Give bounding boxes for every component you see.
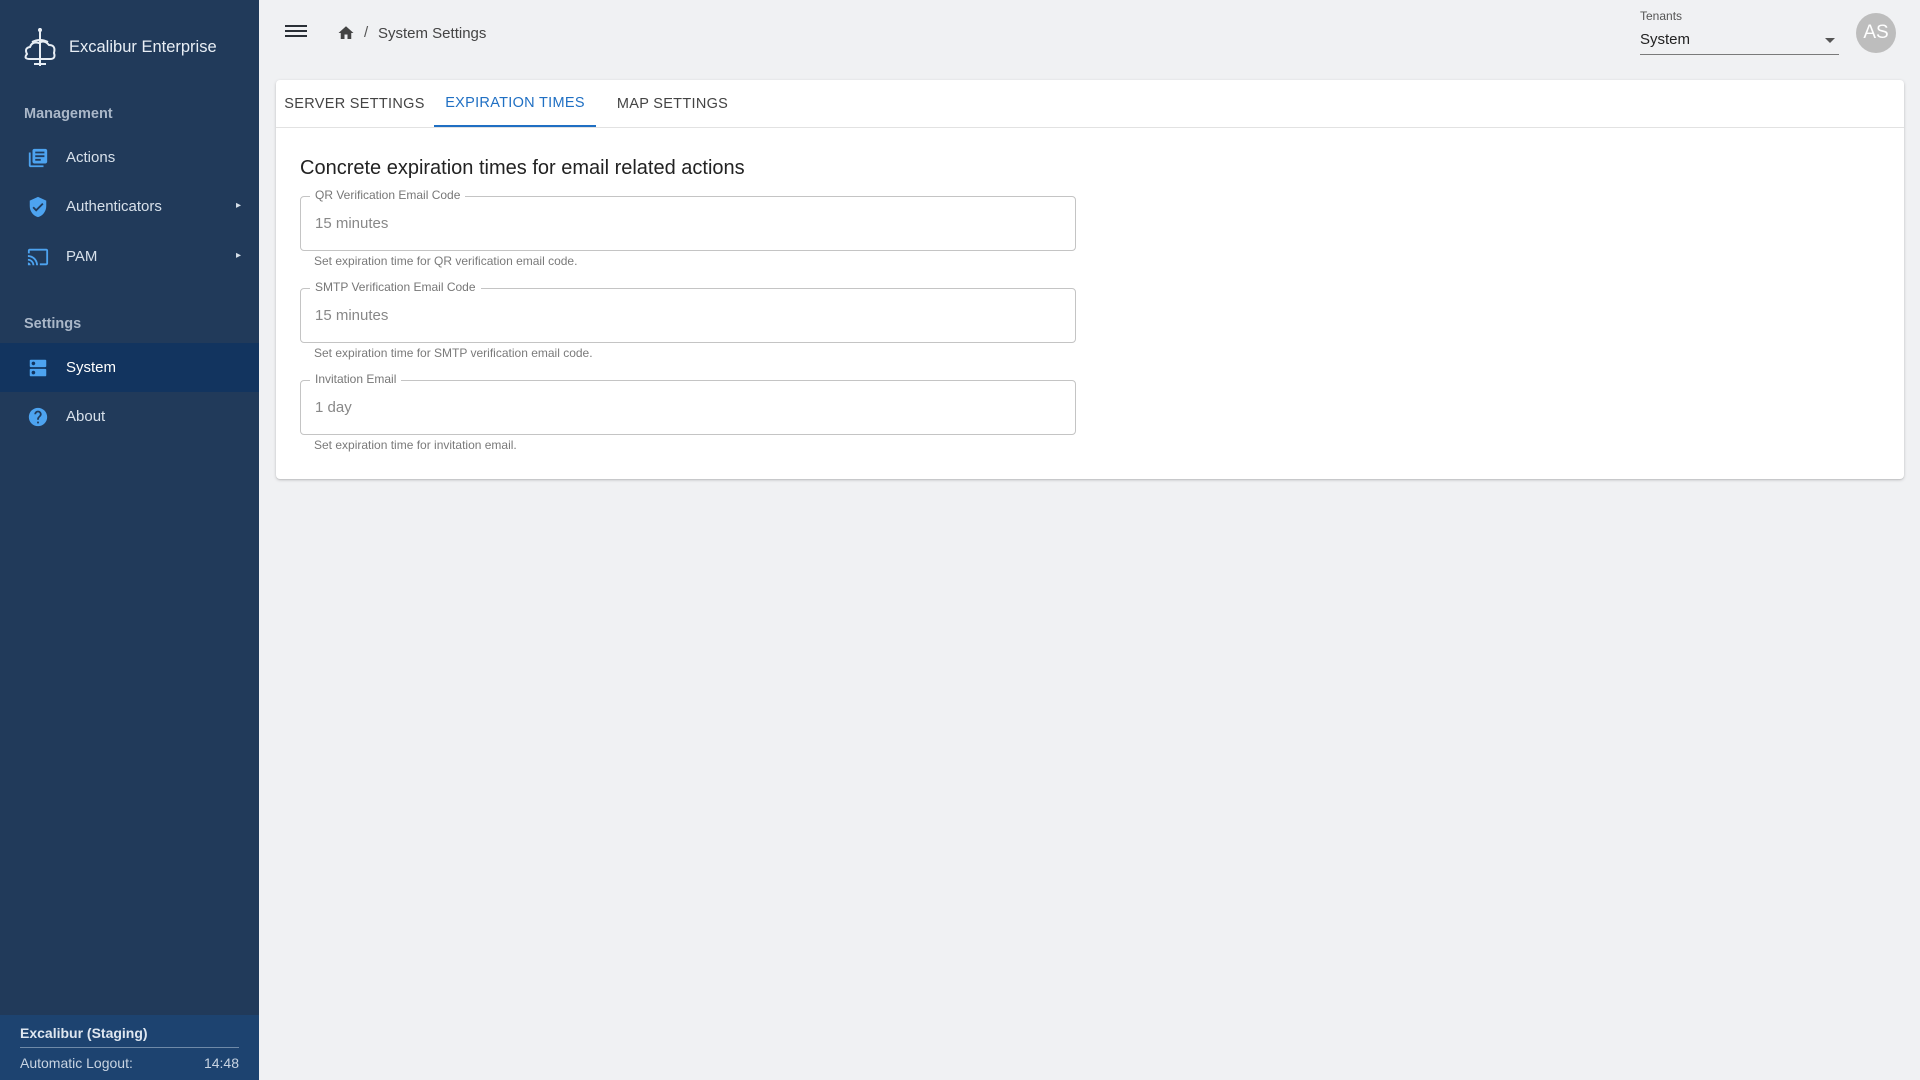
footer-divider <box>20 1047 239 1048</box>
avatar[interactable]: AS <box>1856 13 1896 53</box>
home-icon[interactable] <box>337 24 355 42</box>
sidebar-item-label: Actions <box>66 149 116 166</box>
excalibur-logo-icon <box>24 28 56 66</box>
sidebar-item-label: Authenticators <box>66 198 162 215</box>
invitation-email-field[interactable]: Invitation Email 1 day <box>300 372 1076 435</box>
field-helper-text: Set expiration time for invitation email… <box>314 438 517 452</box>
brand[interactable]: Excalibur Enterprise <box>20 26 217 68</box>
settings-section-title: Settings <box>24 316 82 332</box>
automatic-logout-label: Automatic Logout: <box>20 1055 133 1071</box>
section-heading: Concrete expiration times for email rela… <box>300 157 745 179</box>
field-helper-text: Set expiration time for QR verification … <box>314 254 578 268</box>
sidebar-item-label: System <box>66 359 117 376</box>
automatic-logout-timer: 14:48 <box>203 1055 239 1071</box>
qr-verification-email-code-field[interactable]: QR Verification Email Code 15 minutes <box>300 188 1076 251</box>
field-value: 15 minutes <box>315 215 389 232</box>
tab-bar: SERVER SETTINGS EXPIRATION TIMES MAP SET… <box>276 80 1904 128</box>
tab-server-settings[interactable]: SERVER SETTINGS <box>276 80 433 127</box>
sidebar-item-about[interactable]: About <box>0 392 259 441</box>
menu-icon[interactable] <box>285 22 307 40</box>
management-section-title: Management <box>24 106 113 122</box>
sidebar-item-label: PAM <box>66 248 98 265</box>
tab-map-settings[interactable]: MAP SETTINGS <box>596 80 749 127</box>
server-icon <box>26 356 50 380</box>
list-icon <box>26 146 50 170</box>
cast-icon <box>26 245 50 269</box>
field-helper-text: Set expiration time for SMTP verificatio… <box>314 346 593 360</box>
shield-check-icon <box>26 195 50 219</box>
breadcrumb-current: System Settings <box>378 25 487 42</box>
field-value: 1 day <box>315 399 352 416</box>
sidebar-item-pam[interactable]: PAM ▸ <box>0 232 259 281</box>
sidebar: Excalibur Enterprise Management Actions … <box>0 0 259 1080</box>
sidebar-item-actions[interactable]: Actions <box>0 133 259 182</box>
app-name: Excalibur Enterprise <box>69 37 217 56</box>
sidebar-item-label: About <box>66 408 106 425</box>
caret-right-icon: ▸ <box>235 250 241 261</box>
sidebar-item-system[interactable]: System <box>0 343 259 392</box>
sidebar-footer: Excalibur (Staging) Automatic Logout: 14… <box>0 1015 259 1080</box>
field-label: Invitation Email <box>310 372 402 386</box>
tab-expiration-times[interactable]: EXPIRATION TIMES <box>434 80 596 127</box>
tenants-select-value: System <box>1640 31 1691 48</box>
field-label: QR Verification Email Code <box>310 188 466 202</box>
field-value: 15 minutes <box>315 307 389 324</box>
tenants-label: Tenants <box>1640 9 1683 23</box>
tenants-select[interactable]: System <box>1640 27 1839 55</box>
caret-right-icon: ▸ <box>235 200 241 211</box>
dropdown-arrow-icon <box>1825 38 1835 43</box>
smtp-verification-email-code-field[interactable]: SMTP Verification Email Code 15 minutes <box>300 280 1076 343</box>
environment-name: Excalibur (Staging) <box>20 1025 148 1041</box>
breadcrumb-separator: / <box>364 24 369 41</box>
settings-card: SERVER SETTINGS EXPIRATION TIMES MAP SET… <box>276 80 1904 479</box>
field-label: SMTP Verification Email Code <box>310 280 481 294</box>
sidebar-item-authenticators[interactable]: Authenticators ▸ <box>0 182 259 231</box>
help-circle-icon <box>26 405 50 429</box>
